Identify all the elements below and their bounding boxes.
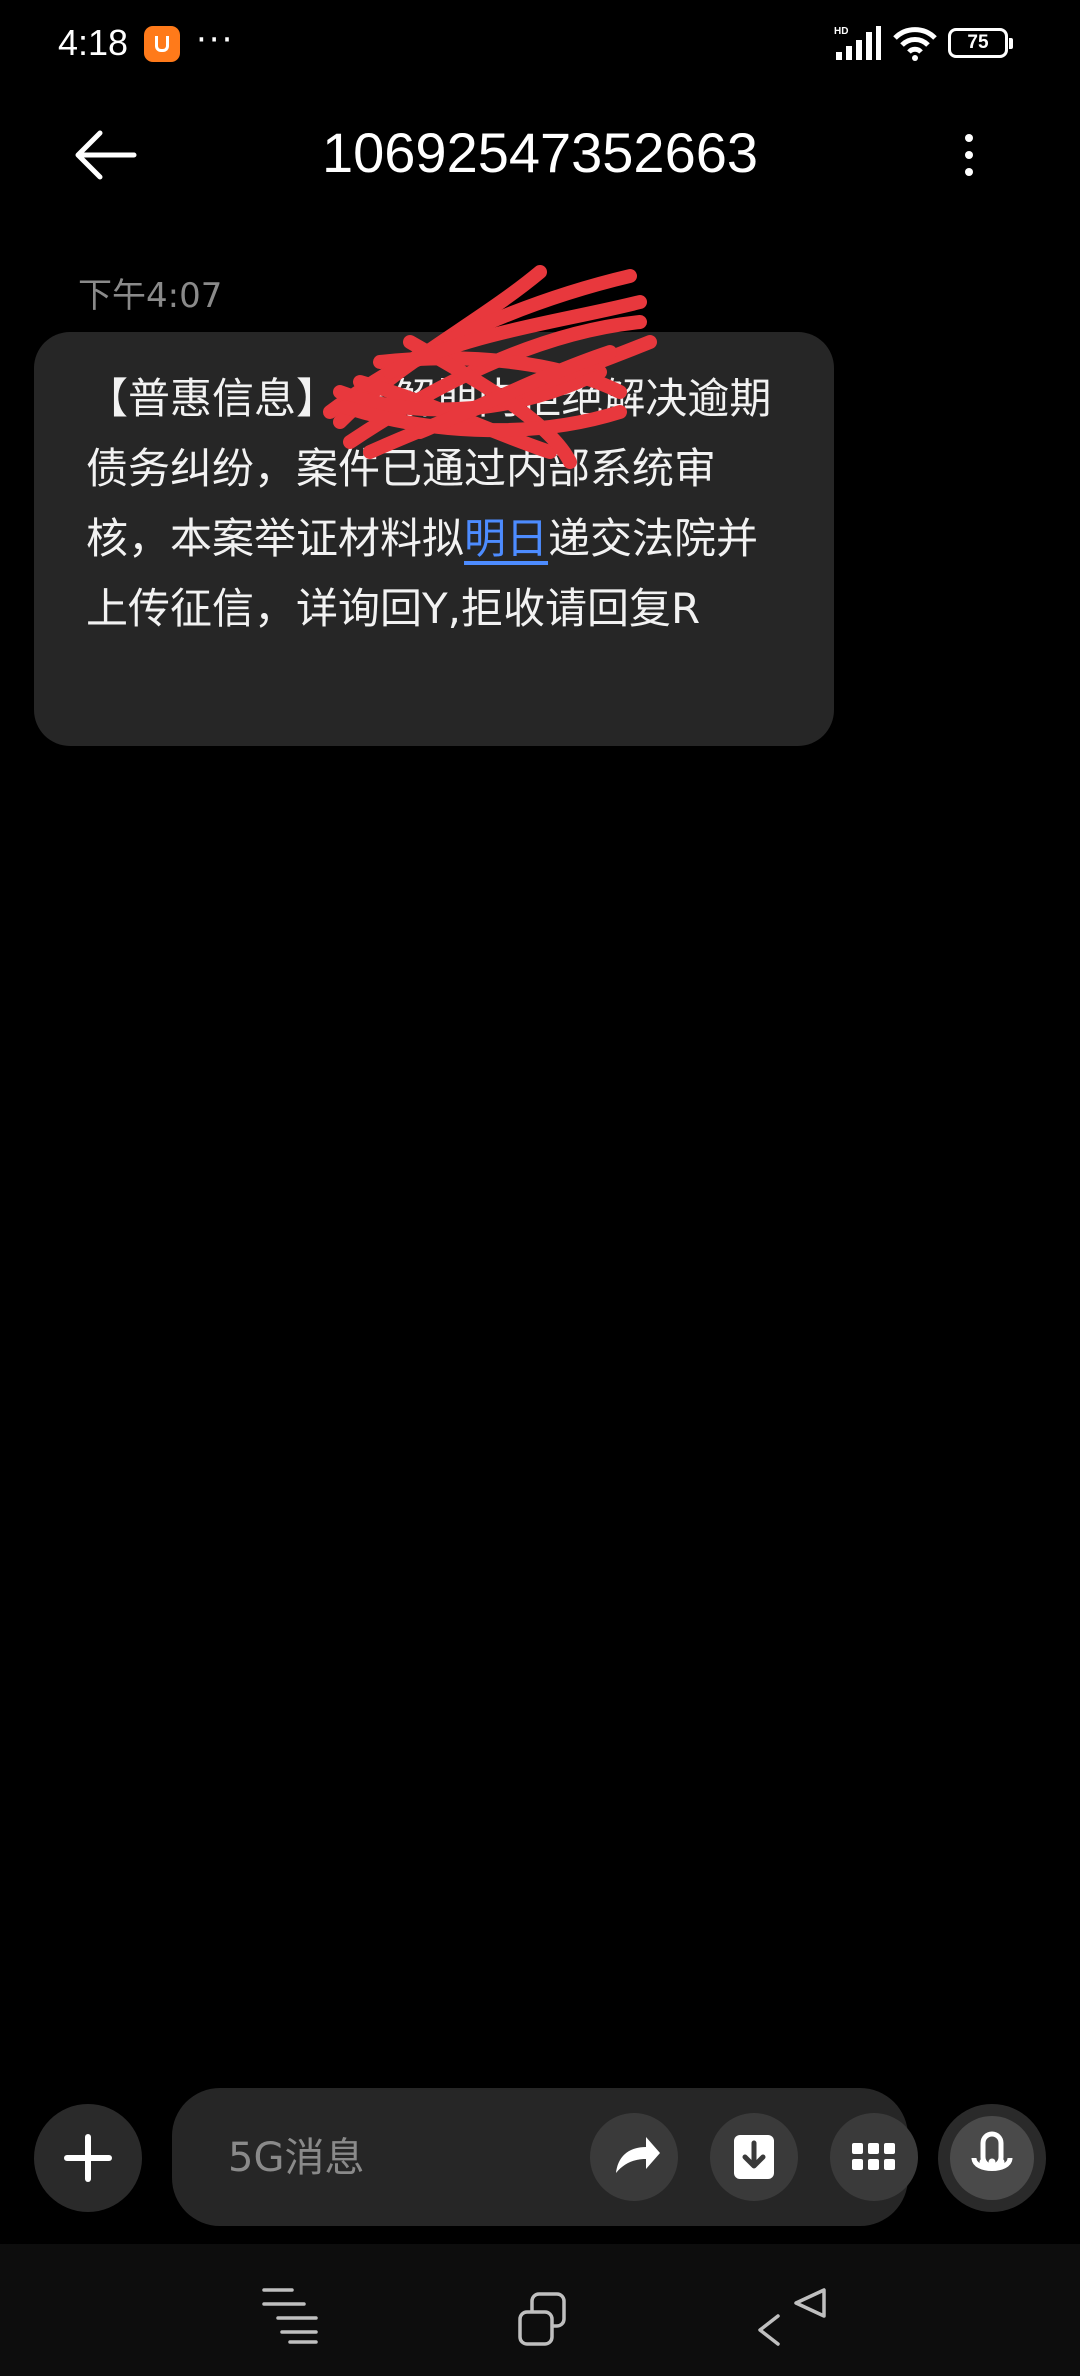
cellular-signal-icon: HD — [834, 26, 881, 60]
system-navigation-bar — [0, 2244, 1080, 2376]
recent-apps-menu-icon[interactable] — [258, 2284, 324, 2344]
shopping-app-notification-icon — [144, 26, 180, 62]
voice-input-button[interactable] — [938, 2104, 1046, 2212]
message-bubble[interactable]: 【普惠信息】 调解期内拒绝解决逾期债务纠纷，案件已通过内部系统审核，本案举证材料… — [34, 332, 834, 746]
wifi-icon — [893, 27, 937, 61]
voice-input-inner — [950, 2116, 1034, 2200]
save-download-button[interactable] — [710, 2113, 798, 2201]
battery-icon: 75 — [948, 28, 1013, 58]
date-link[interactable]: 明日 — [464, 514, 548, 563]
more-notifications-icon: ··· — [196, 20, 235, 60]
grid-icon — [852, 2143, 895, 2170]
share-button[interactable] — [590, 2113, 678, 2201]
back-triangle-icon[interactable] — [752, 2286, 832, 2350]
conversation-header: 10692547352663 — [0, 110, 1080, 200]
message-text: 【普惠信息】 调解期内拒绝解决逾期债务纠纷，案件已通过内部系统审核，本案举证材料… — [86, 364, 788, 644]
microphone-icon — [971, 2131, 1013, 2171]
more-options-icon[interactable] — [948, 124, 990, 186]
message-timestamp: 下午4:07 — [78, 276, 223, 316]
status-bar: 4:18 ··· HD 75 — [0, 0, 1080, 90]
apps-menu-button[interactable] — [830, 2113, 918, 2201]
message-input[interactable] — [226, 2122, 550, 2194]
message-composer — [172, 2088, 918, 2226]
network-type-label: HD — [834, 26, 848, 37]
share-arrow-icon — [616, 2137, 660, 2173]
status-time: 4:18 — [58, 22, 129, 63]
add-attachment-button[interactable] — [34, 2104, 142, 2212]
download-box-icon — [734, 2135, 774, 2179]
home-icon[interactable] — [516, 2290, 572, 2350]
sender-number-title: 10692547352663 — [321, 121, 759, 184]
